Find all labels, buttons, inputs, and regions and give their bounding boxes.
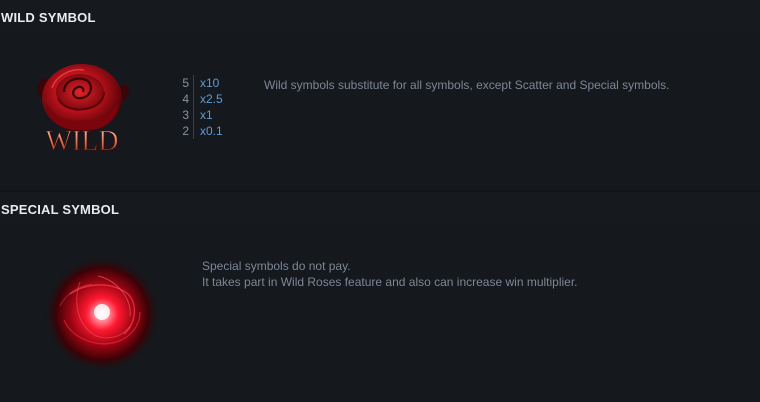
paytable-row: 4 x2.5 xyxy=(176,91,223,107)
paytable-page: WILD SYMBOL WILD 5 x10 4 x2.5 3 x1 2 x0.… xyxy=(0,0,760,402)
special-description-line: Special symbols do not pay. xyxy=(202,259,351,273)
paytable-multiplier: x10 xyxy=(200,76,220,90)
paytable-count: 4 xyxy=(176,91,194,107)
paytable-multiplier: x0.1 xyxy=(200,124,223,138)
special-description-line: It takes part in Wild Roses feature and … xyxy=(202,275,578,289)
paytable-multiplier: x2.5 xyxy=(200,92,223,106)
special-section-title: SPECIAL SYMBOL xyxy=(1,202,120,217)
wild-section-title: WILD SYMBOL xyxy=(1,10,96,25)
wild-description: Wild symbols substitute for all symbols,… xyxy=(264,78,670,92)
special-section-header: SPECIAL SYMBOL xyxy=(0,192,760,224)
paytable-count: 2 xyxy=(176,123,194,139)
paytable-row: 2 x0.1 xyxy=(176,123,223,139)
special-section-body: Special symbols do not pay. It takes par… xyxy=(0,224,760,402)
wild-section-header: WILD SYMBOL xyxy=(0,0,760,32)
red-rose-icon: WILD xyxy=(37,64,129,157)
wild-section-body: WILD 5 x10 4 x2.5 3 x1 2 x0.1 Wild symbo… xyxy=(0,32,760,190)
paytable-count: 5 xyxy=(176,75,194,91)
glowing-red-orb-icon xyxy=(44,256,160,372)
paytable-count: 3 xyxy=(176,107,194,123)
paytable-row: 3 x1 xyxy=(176,107,223,123)
paytable-row: 5 x10 xyxy=(176,75,223,91)
paytable-multiplier: x1 xyxy=(200,108,213,122)
wild-paytable: 5 x10 4 x2.5 3 x1 2 x0.1 xyxy=(176,75,223,139)
wild-symbol-text: WILD xyxy=(45,126,118,157)
